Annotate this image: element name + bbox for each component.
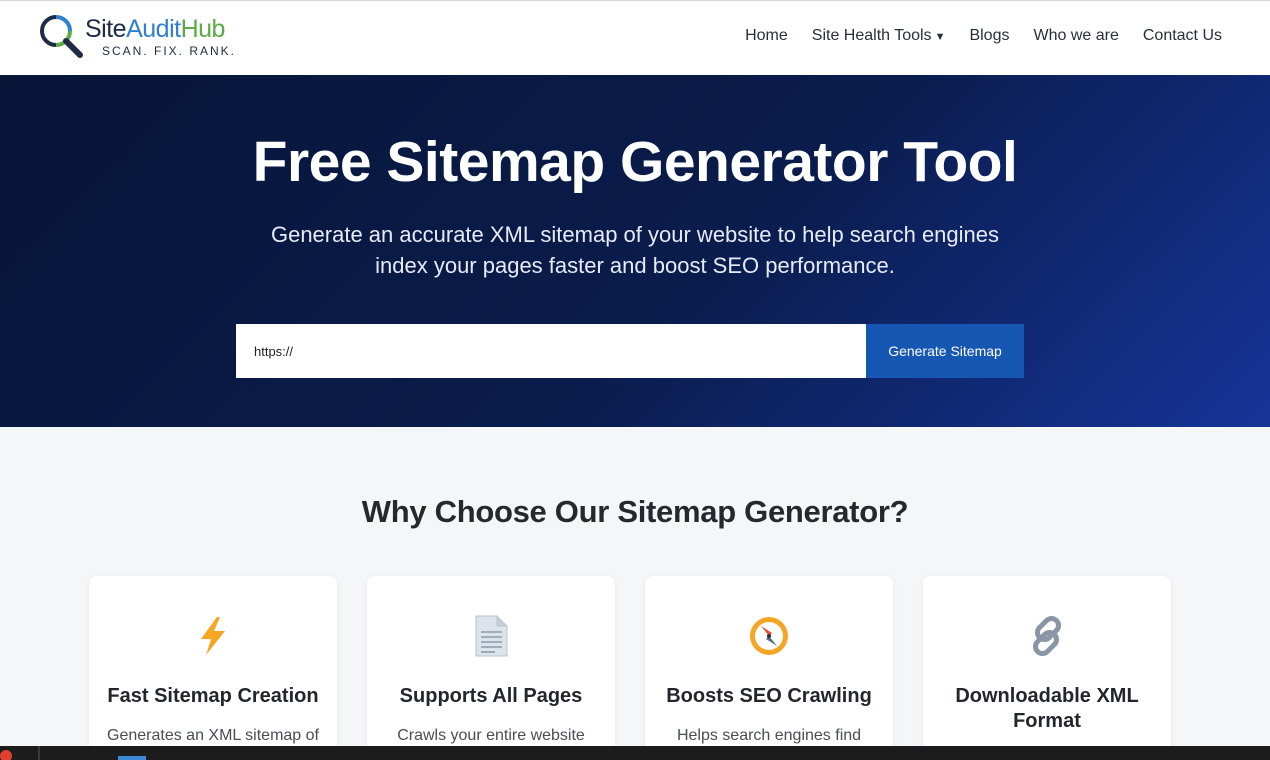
logo-word-site: Site — [85, 15, 127, 43]
nav-contact-us-label: Contact Us — [1142, 27, 1222, 44]
nav-site-health-tools-label: Site Health Tools — [811, 27, 932, 44]
feature-card: Supports All Pages Crawls your entire we… — [367, 576, 615, 760]
lightning-icon — [201, 617, 225, 655]
main-nav: Home Site Health Tools ▼ Blogs Who we are… — [745, 27, 1222, 45]
feature-description: Generates an XML sitemap of — [107, 727, 319, 744]
os-taskbar — [0, 746, 1270, 760]
page-title: Free Sitemap Generator Tool — [252, 130, 1018, 194]
nav-contact-us[interactable]: Contact Us — [1143, 27, 1222, 45]
url-input[interactable] — [236, 324, 866, 378]
taskbar-divider — [38, 746, 40, 760]
start-button-icon[interactable] — [0, 750, 12, 760]
dropdown-caret-icon: ▼ — [934, 31, 946, 43]
hero-subtitle: Generate an accurate XML sitemap of your… — [235, 219, 1035, 281]
logo-word-audit: Audit — [126, 15, 181, 43]
feature-title: Supports All Pages — [399, 685, 583, 707]
feature-card: Downloadable XML Format — [923, 576, 1171, 760]
hero-section: Free Sitemap Generator Tool Generate an … — [0, 75, 1270, 427]
link-icon — [1032, 615, 1062, 657]
site-logo[interactable]: SiteAuditHub SCAN. FIX. RANK. — [38, 13, 278, 63]
hero-subtitle-line-2: index your pages faster and boost SEO pe… — [375, 253, 895, 278]
hero-subtitle-line-1: Generate an accurate XML sitemap of your… — [270, 222, 1000, 247]
generate-sitemap-button[interactable]: Generate Sitemap — [866, 324, 1024, 378]
nav-blogs-label: Blogs — [969, 27, 1010, 44]
document-icon — [475, 615, 508, 657]
compass-icon — [750, 617, 788, 655]
feature-card: Fast Sitemap Creation Generates an XML s… — [89, 576, 337, 760]
feature-title: Downloadable XML Format — [955, 685, 1139, 732]
magnifier-logo-icon — [39, 15, 83, 58]
logo-word-hub: Hub — [180, 15, 226, 43]
nav-blogs[interactable]: Blogs — [969, 27, 1009, 45]
feature-title: Fast Sitemap Creation — [107, 685, 319, 707]
logo-wordmark: SiteAuditHub — [85, 15, 225, 43]
feature-description: Helps search engines find — [676, 727, 862, 744]
site-header: SiteAuditHub SCAN. FIX. RANK. Home Site … — [0, 0, 1270, 75]
nav-site-health-tools[interactable]: Site Health Tools ▼ — [812, 27, 946, 45]
features-heading: Why Choose Our Sitemap Generator? — [361, 494, 909, 529]
nav-home[interactable]: Home — [745, 27, 788, 45]
active-window-indicator[interactable] — [118, 756, 146, 760]
feature-card: Boosts SEO Crawling Helps search engines… — [645, 576, 893, 760]
feature-description: Crawls your entire website — [397, 727, 585, 744]
nav-who-we-are-label: Who we are — [1033, 27, 1119, 44]
nav-who-we-are[interactable]: Who we are — [1033, 27, 1118, 45]
logo-tagline: SCAN. FIX. RANK. — [102, 44, 237, 58]
nav-home-label: Home — [745, 27, 788, 44]
feature-title: Boosts SEO Crawling — [666, 685, 872, 707]
